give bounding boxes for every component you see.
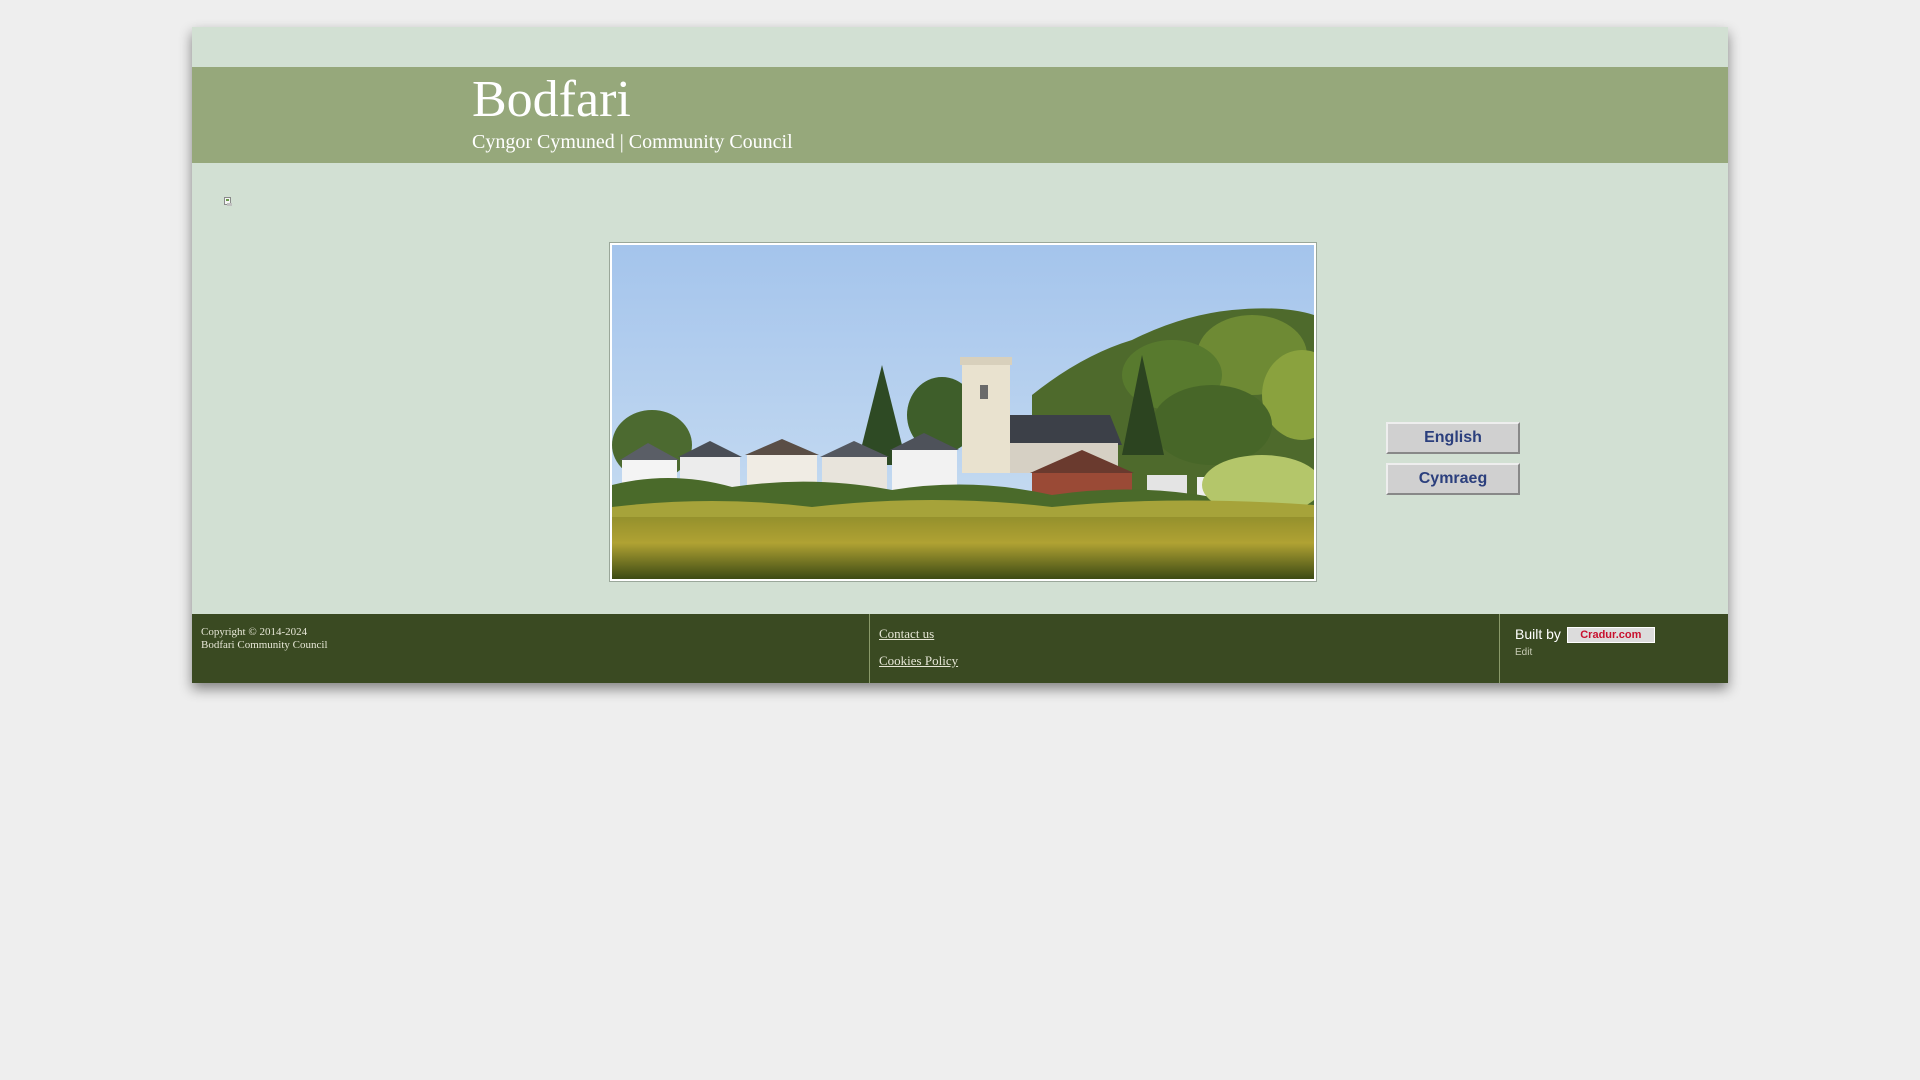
footer-credits-column: Built by Cradur.com Edit [1500, 614, 1728, 683]
edit-link[interactable]: Edit [1515, 647, 1532, 658]
site-header: Bodfari Cyngor Cymuned | Community Counc… [192, 67, 1728, 163]
built-by: Built by Cradur.com [1515, 626, 1655, 644]
footer-copyright-column: Copyright © 2014-2024 Bodfari Community … [192, 614, 870, 683]
built-by-label: Built by [1515, 626, 1561, 642]
broken-image-icon [224, 197, 232, 206]
site-footer: Copyright © 2014-2024 Bodfari Community … [192, 614, 1728, 683]
cookies-policy-link[interactable]: Cookies Policy [879, 653, 958, 669]
site-title: Bodfari [472, 71, 631, 128]
main-content: English Cymraeg [192, 163, 1728, 641]
copyright-text: Copyright © 2014-2024 Bodfari Community … [201, 626, 328, 652]
copyright-owner: Bodfari Community Council [201, 639, 328, 651]
cradur-link-badge[interactable]: Cradur.com [1566, 627, 1655, 644]
village-church-landscape [612, 245, 1314, 579]
top-strip [192, 27, 1728, 67]
contact-us-link[interactable]: Contact us [879, 626, 934, 642]
welsh-language-button[interactable]: Cymraeg [1386, 463, 1520, 495]
english-language-button[interactable]: English [1386, 422, 1520, 454]
site-subtitle: Cyngor Cymuned | Community Council [472, 131, 793, 153]
copyright-line: Copyright © 2014-2024 [201, 626, 308, 638]
banner-image [609, 242, 1317, 582]
footer-links-column: Contact us Cookies Policy [870, 614, 1500, 683]
page-frame: Bodfari Cyngor Cymuned | Community Counc… [192, 27, 1728, 683]
